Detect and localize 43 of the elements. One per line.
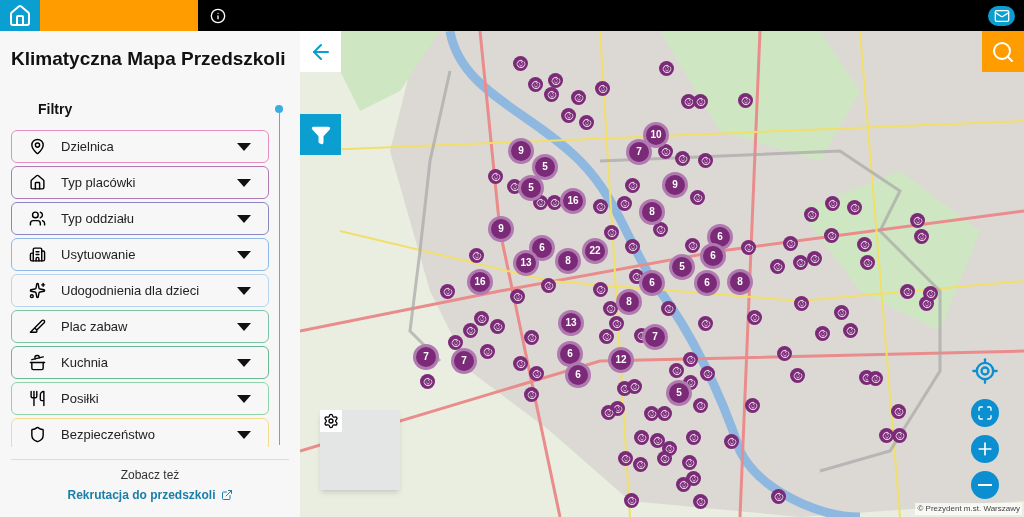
filters-heading: Filtry <box>38 100 74 119</box>
filter-dropdown[interactable]: Udogodnienia dla dzieci <box>11 274 269 307</box>
cluster-marker[interactable]: 6 <box>560 344 580 364</box>
cluster-marker[interactable]: 8 <box>730 272 750 292</box>
filter-dropdown[interactable]: Usytuowanie <box>11 238 269 271</box>
cluster-marker[interactable]: 5 <box>669 383 689 403</box>
app-title: Klimatyczna Mapa Przedszkoli <box>11 47 286 71</box>
cluster-marker[interactable]: 8 <box>558 251 578 271</box>
cluster-marker[interactable]: 5 <box>672 257 692 277</box>
filter-dropdown[interactable]: Plac zabaw <box>11 310 269 343</box>
cluster-marker[interactable]: 7 <box>454 351 474 371</box>
cluster-marker[interactable]: 6 <box>710 227 730 247</box>
cluster-marker[interactable]: 16 <box>563 191 583 211</box>
cluster-marker[interactable]: 6 <box>697 273 717 293</box>
filter-dropdown[interactable]: Typ oddziału <box>11 202 269 235</box>
cluster-marker[interactable]: 6 <box>568 365 588 385</box>
recruitment-link[interactable]: Rekrutacja do przedszkoli <box>67 486 233 504</box>
cluster-marker[interactable]: 5 <box>535 157 555 177</box>
filter-dropdown[interactable]: Bezpieczeństwo <box>11 418 269 447</box>
cluster-marker[interactable]: 6 <box>532 238 552 258</box>
cluster-marker[interactable]: 12 <box>611 350 631 370</box>
cluster-marker[interactable]: 13 <box>561 313 581 333</box>
cluster-marker[interactable]: 13 <box>516 253 536 273</box>
cluster-marker[interactable]: 8 <box>642 202 662 222</box>
cluster-marker[interactable]: 7 <box>416 347 436 367</box>
map-attribution: © Prezydent m.st. Warszawy <box>915 503 1022 515</box>
cluster-marker[interactable]: 5 <box>521 178 541 198</box>
cluster-marker[interactable]: 9 <box>491 219 511 239</box>
filter-dropdown[interactable]: Dzielnica <box>11 130 269 163</box>
cluster-marker[interactable]: 9 <box>665 175 685 195</box>
cluster-marker[interactable]: 7 <box>645 327 665 347</box>
cluster-marker[interactable]: 10 <box>646 125 666 145</box>
cluster-marker[interactable]: 8 <box>619 292 639 312</box>
cluster-marker[interactable]: 6 <box>642 273 662 293</box>
filter-dropdown[interactable]: Posiłki <box>11 382 269 415</box>
cluster-marker[interactable]: 9 <box>511 141 531 161</box>
see-also-label: Zobacz też <box>120 467 180 484</box>
cluster-marker[interactable]: 16 <box>470 272 490 292</box>
cluster-marker[interactable]: 7 <box>629 142 649 162</box>
cluster-marker[interactable]: 6 <box>703 246 723 266</box>
cluster-marker[interactable]: 22 <box>585 241 605 261</box>
filter-dropdown[interactable]: Kuchnia <box>11 346 269 379</box>
filter-dropdown[interactable]: Typ placówki <box>11 166 269 199</box>
